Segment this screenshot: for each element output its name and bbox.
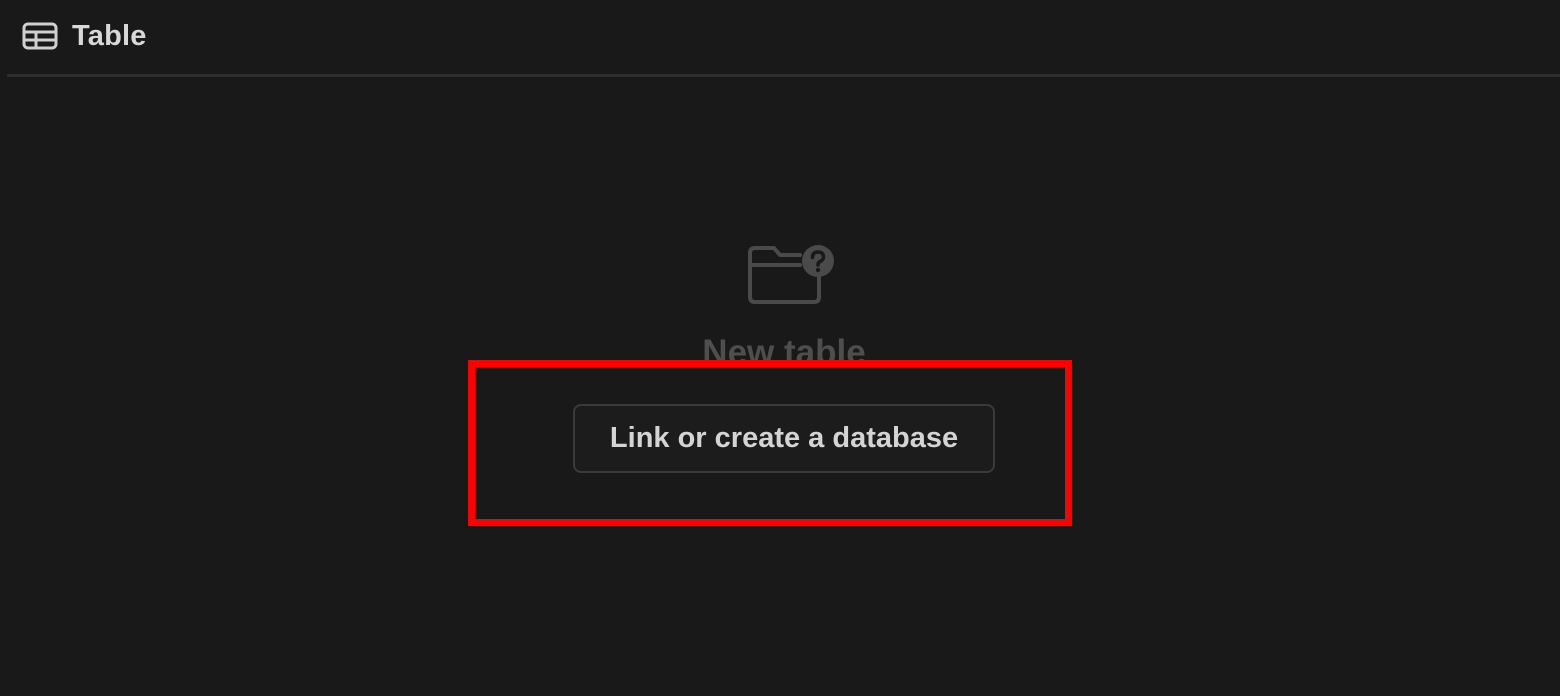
view-tab-table[interactable]: Table [22,14,147,58]
link-or-create-database-button[interactable]: Link or create a database [573,404,995,473]
empty-state-title: New table [702,333,866,361]
folder-question-icon [748,245,834,304]
table-icon [22,22,58,50]
table-view-page: Table New table Link or create a databas… [0,0,1560,696]
empty-state: New table Link or create a database [0,77,1560,696]
view-header: Table [0,0,1560,74]
view-title: Table [72,19,147,52]
